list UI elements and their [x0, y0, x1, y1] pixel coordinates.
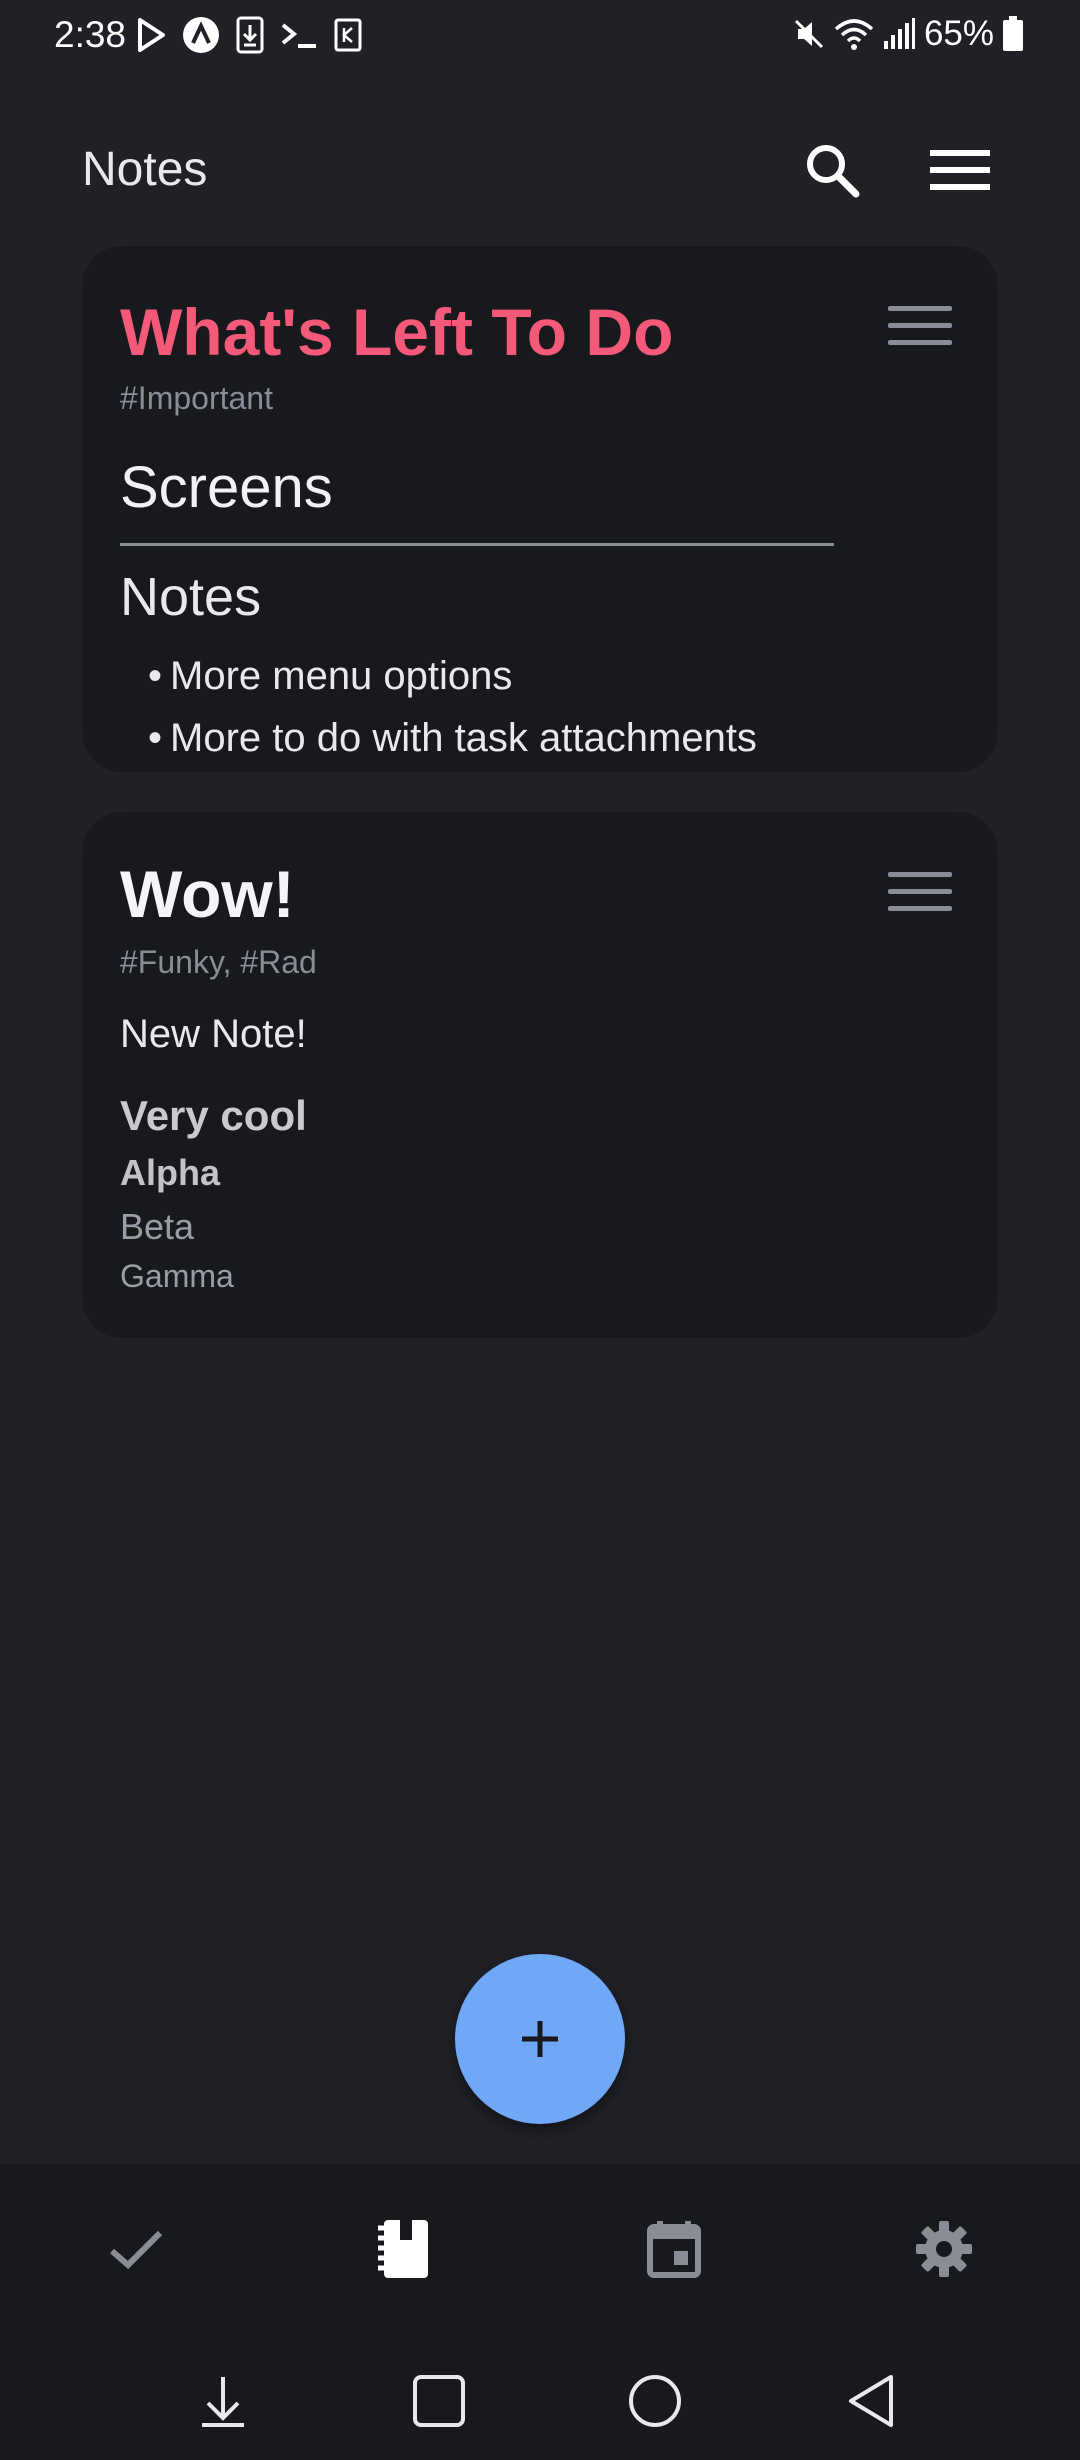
- mute-icon: [794, 19, 823, 49]
- note-body: New Note!: [120, 1012, 307, 1056]
- note-subheading: Notes: [120, 567, 262, 627]
- app-icon: [183, 17, 219, 53]
- drag-handle-icon: [888, 306, 952, 311]
- signal-icon: [883, 18, 915, 49]
- terminal-icon: [281, 23, 316, 48]
- hamburger-menu-icon: [930, 150, 990, 190]
- search-icon: [807, 145, 860, 198]
- note-tags: #Funky, #Rad: [120, 944, 317, 980]
- calendar-icon: [647, 2221, 701, 2278]
- divider: [120, 543, 834, 546]
- status-time: 2:38: [54, 14, 127, 55]
- note-heading: Screens: [120, 455, 333, 520]
- menu-button[interactable]: [924, 138, 996, 202]
- note-options-button[interactable]: [888, 306, 952, 356]
- page-title: Notes: [82, 143, 208, 196]
- play-store-icon: [138, 18, 165, 52]
- back-triangle-icon: [849, 2375, 893, 2427]
- system-back-button[interactable]: [836, 2366, 906, 2436]
- drag-handle-line: [888, 906, 952, 911]
- checkmark-icon: [110, 2230, 163, 2270]
- drag-handle-line: [888, 323, 952, 328]
- status-right: 65%: [792, 14, 1024, 54]
- drag-handle-line: [888, 340, 952, 345]
- gear-icon: [916, 2221, 972, 2277]
- notebook-icon: [378, 2220, 428, 2278]
- add-note-button[interactable]: [455, 1954, 625, 2124]
- list-item: More to do with task attachments: [148, 716, 757, 761]
- note-card[interactable]: What's Left To Do #Important Screens Not…: [82, 246, 998, 772]
- note-heading: Beta: [120, 1206, 195, 1247]
- recents-square-icon: [413, 2375, 465, 2427]
- system-nav: [0, 2330, 1080, 2460]
- note-heading: Very cool: [120, 1092, 307, 1139]
- wifi-icon: [834, 19, 874, 50]
- screen: 2:38 65% Notes What's Left To Do #Import…: [0, 0, 1080, 2460]
- note-options-button[interactable]: [888, 872, 952, 922]
- download-icon: [236, 16, 264, 54]
- battery-icon: [1003, 16, 1023, 51]
- status-bar: 2:38 65%: [0, 0, 1080, 76]
- note-card[interactable]: Wow! #Funky, #Rad New Note! Very cool Al…: [82, 812, 998, 1338]
- download-arrow-icon: [202, 2377, 244, 2427]
- drag-handle-line: [888, 889, 952, 894]
- bottom-nav: [0, 2164, 1080, 2330]
- list-item: More menu options: [148, 654, 512, 699]
- battery-percent: 65%: [923, 14, 994, 53]
- home-circle-icon: [629, 2375, 681, 2427]
- k-icon: [334, 18, 362, 52]
- note-heading: Alpha: [120, 1152, 221, 1193]
- drag-handle-icon: [888, 872, 952, 877]
- status-left-icons: [136, 16, 362, 54]
- search-button[interactable]: [800, 138, 864, 202]
- app-header: Notes: [0, 120, 1080, 220]
- nav-item-calendar[interactable]: [634, 2214, 714, 2284]
- note-heading: Gamma: [120, 1258, 234, 1294]
- plus-icon: [522, 2021, 558, 2057]
- system-home-button[interactable]: [620, 2366, 690, 2436]
- nav-item-tasks[interactable]: [96, 2214, 176, 2284]
- system-recents-button[interactable]: [404, 2366, 474, 2436]
- note-title: Wow!: [120, 857, 295, 931]
- nav-item-notes[interactable]: [364, 2214, 444, 2284]
- system-download-button[interactable]: [188, 2366, 258, 2436]
- note-title: What's Left To Do: [120, 295, 674, 369]
- nav-item-settings[interactable]: [904, 2214, 984, 2284]
- note-tags: #Important: [120, 380, 273, 416]
